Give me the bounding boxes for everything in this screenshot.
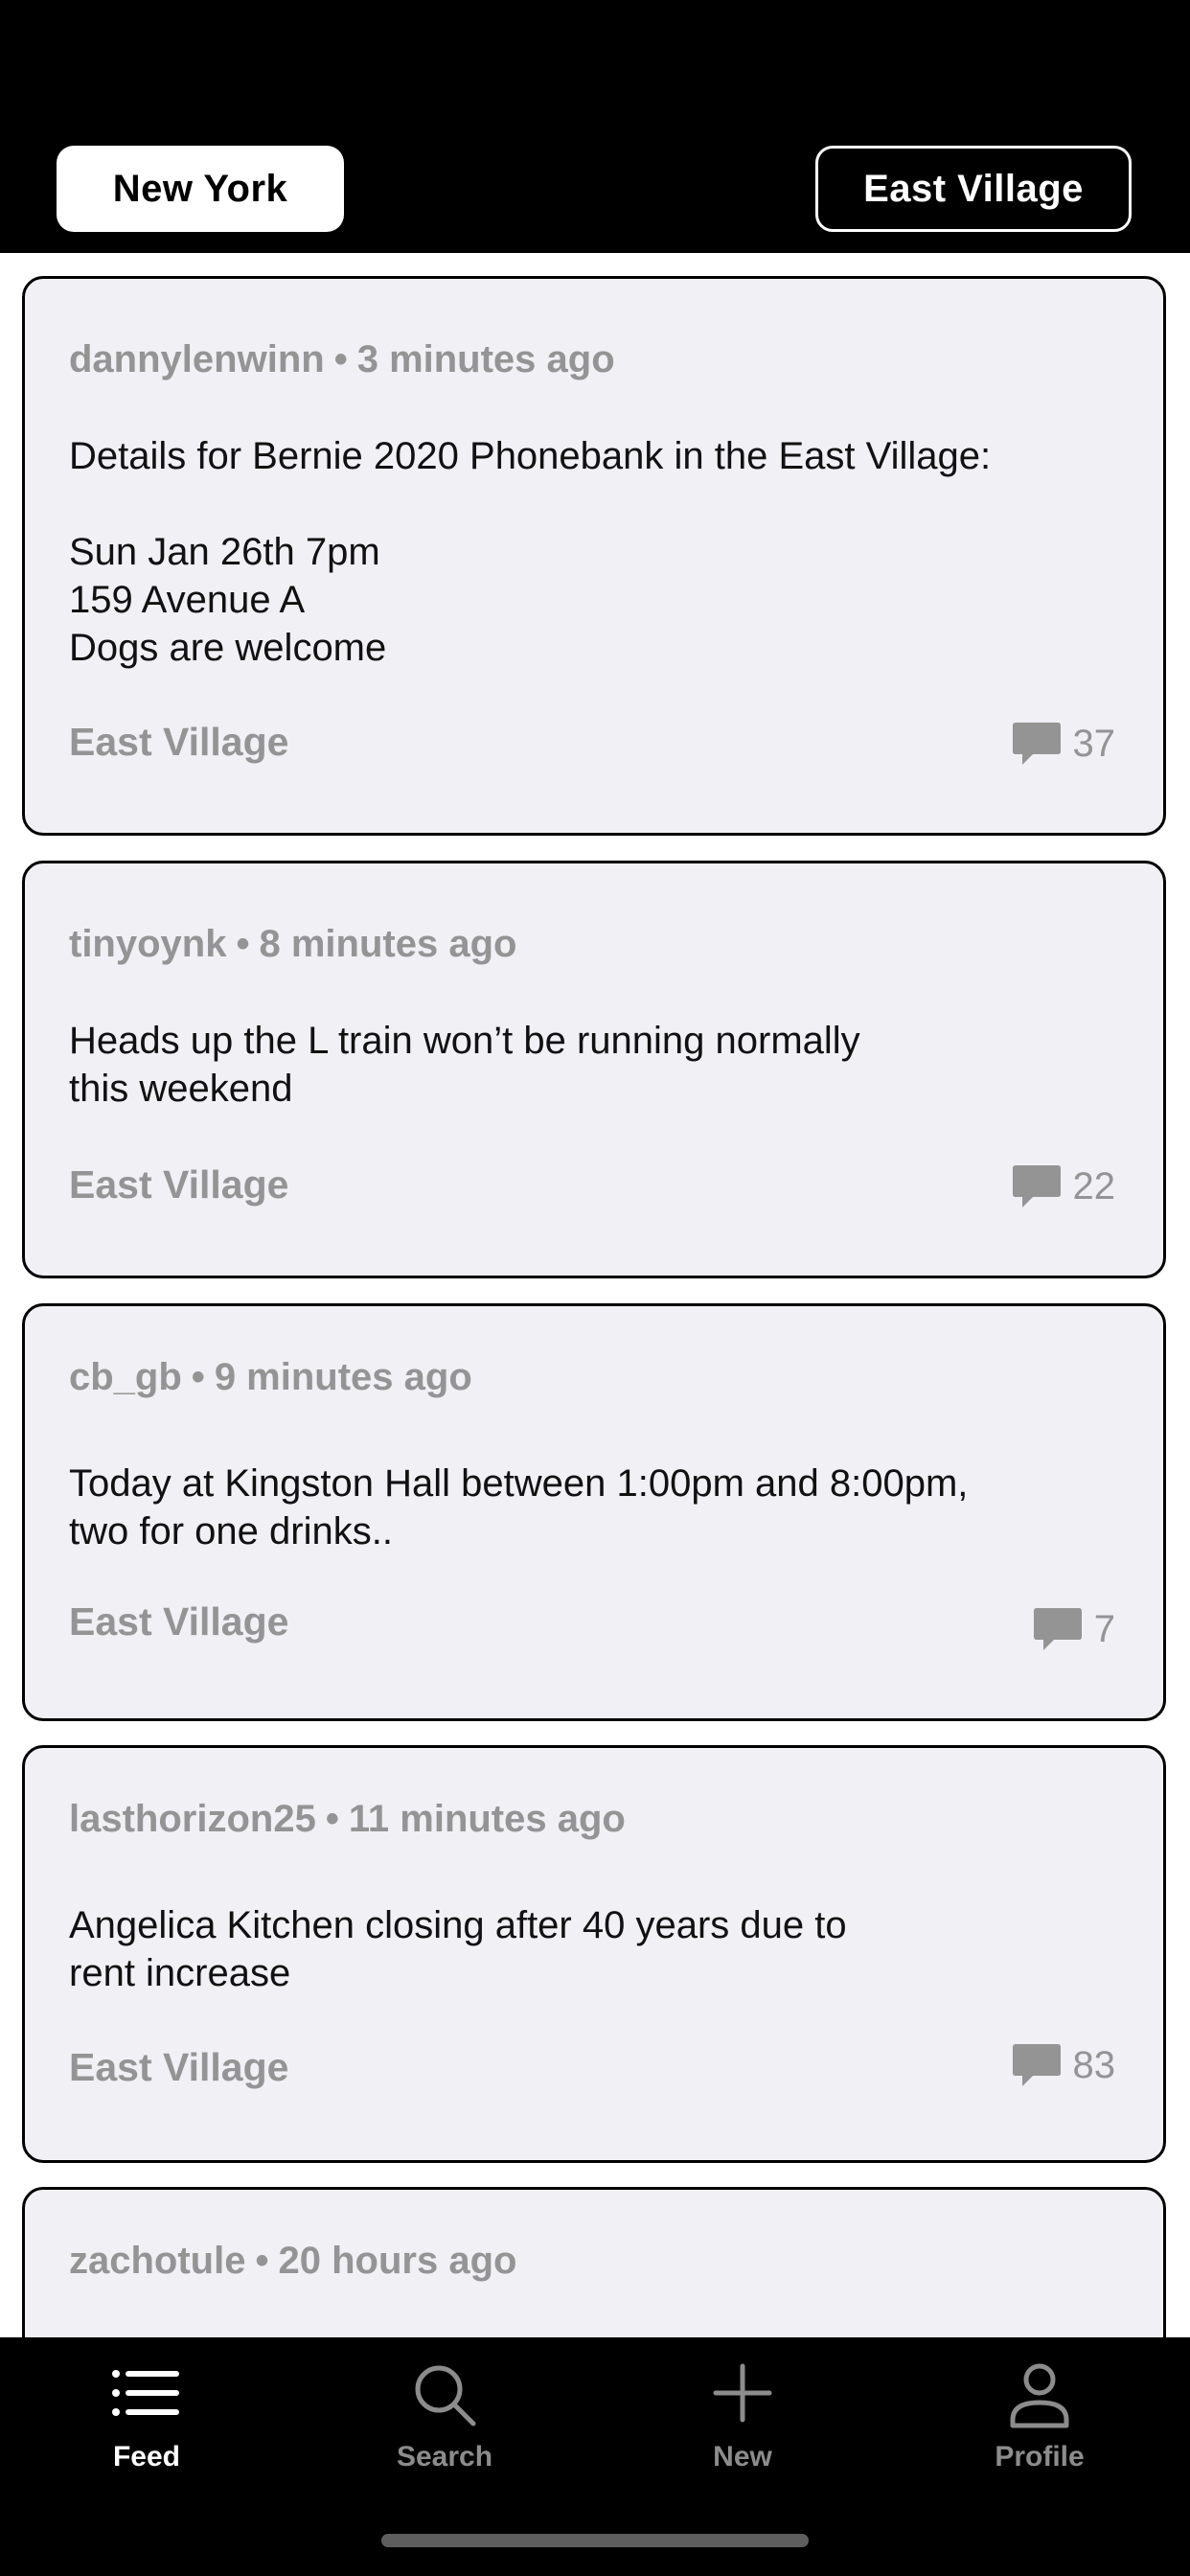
tab-bar: Feed Search New Profile bbox=[0, 2337, 1190, 2576]
person-icon bbox=[1010, 2363, 1069, 2428]
post-card[interactable]: lasthorizon25 • 11 minutes ago Angelica Ki… bbox=[22, 1745, 1166, 2163]
post-feed[interactable]: dannylenwinn • 3 minutes ago Details for B… bbox=[0, 253, 1190, 2337]
top-bar: New York East Village bbox=[0, 0, 1190, 253]
comment-count[interactable]: 22 bbox=[1012, 1162, 1116, 1210]
post-body: Details for Bernie 2020 Phonebank in the… bbox=[69, 435, 992, 669]
tab-label: Profile bbox=[995, 2441, 1085, 2472]
tab-search[interactable]: Search bbox=[349, 2358, 540, 2473]
post-location[interactable]: East Village bbox=[69, 1162, 288, 1208]
post-meta: zachotule • 20 hours ago bbox=[69, 2240, 516, 2283]
post-meta: dannylenwinn • 3 minutes ago bbox=[69, 338, 615, 381]
post-time: 20 hours ago bbox=[278, 2240, 517, 2282]
post-time: 11 minutes ago bbox=[348, 1798, 626, 1840]
comment-count[interactable]: 37 bbox=[1012, 720, 1116, 768]
meta-separator: • bbox=[325, 1798, 339, 1840]
post-time: 8 minutes ago bbox=[259, 923, 517, 965]
post-card[interactable]: cb_gb • 9 minutes ago Today at Kingston Ha… bbox=[22, 1303, 1166, 1721]
comment-count-value: 22 bbox=[1072, 1164, 1116, 1208]
post-meta: tinyoynk • 8 minutes ago bbox=[69, 923, 516, 966]
tab-label: New bbox=[713, 2441, 772, 2472]
post-body: Today at Kingston Hall between 1:00pm an… bbox=[69, 1462, 969, 1552]
comment-count[interactable]: 83 bbox=[1012, 2041, 1116, 2089]
comment-count-value: 83 bbox=[1072, 2043, 1116, 2086]
post-author[interactable]: dannylenwinn bbox=[69, 338, 325, 380]
meta-separator: • bbox=[255, 2240, 269, 2282]
post-body: Angelica Kitchen closing after 40 years … bbox=[69, 1904, 847, 1994]
neighborhood-selector-button[interactable]: East Village bbox=[815, 146, 1132, 232]
home-indicator[interactable] bbox=[381, 2534, 809, 2547]
comment-bubble-icon bbox=[1012, 2044, 1061, 2086]
meta-separator: • bbox=[333, 338, 348, 380]
list-icon bbox=[112, 2370, 179, 2416]
post-card[interactable]: tinyoynk • 8 minutes ago Heads up the L tr… bbox=[22, 861, 1166, 1278]
comment-count-value: 37 bbox=[1072, 722, 1116, 765]
post-time: 9 minutes ago bbox=[214, 1356, 472, 1398]
post-author[interactable]: tinyoynk bbox=[69, 923, 226, 965]
city-selector-button[interactable]: New York bbox=[57, 146, 344, 232]
post-location[interactable]: East Village bbox=[69, 2045, 288, 2090]
post-meta: cb_gb • 9 minutes ago bbox=[69, 1356, 472, 1399]
post-meta: lasthorizon25 • 11 minutes ago bbox=[69, 1798, 626, 1841]
post-author[interactable]: cb_gb bbox=[69, 1356, 182, 1398]
tab-label: Feed bbox=[112, 2441, 181, 2472]
post-card[interactable]: dannylenwinn • 3 minutes ago Details for B… bbox=[22, 276, 1166, 836]
post-location[interactable]: East Village bbox=[69, 1599, 288, 1644]
post-author[interactable]: lasthorizon25 bbox=[69, 1798, 316, 1840]
post-body: Heads up the L train won’t be running no… bbox=[69, 1020, 860, 1110]
comment-count-value: 7 bbox=[1093, 1607, 1115, 1650]
post-time: 3 minutes ago bbox=[356, 338, 615, 380]
tab-profile[interactable]: Profile bbox=[944, 2358, 1135, 2473]
search-icon bbox=[415, 2365, 476, 2426]
tab-new[interactable]: New bbox=[647, 2358, 838, 2473]
post-location[interactable]: East Village bbox=[69, 720, 288, 765]
plus-icon bbox=[713, 2363, 772, 2423]
comment-bubble-icon bbox=[1012, 1165, 1061, 1208]
meta-separator: • bbox=[191, 1356, 205, 1398]
comment-bubble-icon bbox=[1033, 1608, 1082, 1650]
comment-bubble-icon bbox=[1012, 723, 1061, 765]
meta-separator: • bbox=[236, 923, 250, 965]
post-author[interactable]: zachotule bbox=[69, 2240, 245, 2282]
post-card[interactable]: zachotule • 20 hours ago bbox=[22, 2187, 1166, 2337]
tab-feed[interactable]: Feed bbox=[51, 2358, 242, 2473]
comment-count[interactable]: 7 bbox=[1033, 1605, 1115, 1653]
tab-label: Search bbox=[396, 2441, 493, 2472]
